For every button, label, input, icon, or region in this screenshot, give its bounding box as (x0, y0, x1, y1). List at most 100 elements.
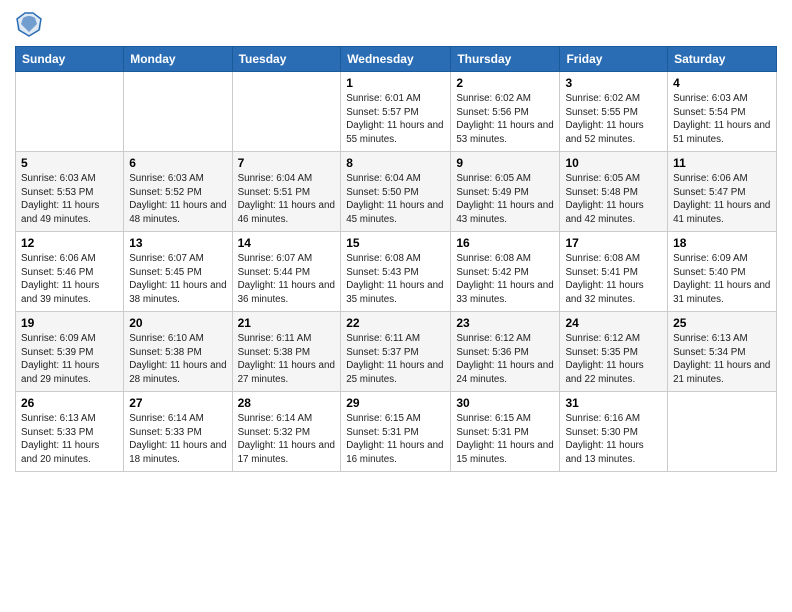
logo-icon (15, 10, 43, 38)
calendar-cell: 2Sunrise: 6:02 AMSunset: 5:56 PMDaylight… (451, 72, 560, 152)
day-info: Sunrise: 6:03 AMSunset: 5:53 PMDaylight:… (21, 172, 118, 227)
calendar-cell: 7 Sunrise: 6:04 AMSunset: 5:51 PMDaylight… (232, 152, 341, 232)
calendar-week-row: 12Sunrise: 6:06 AMSunset: 5:46 PMDayligh… (16, 232, 777, 312)
day-number: 1 (346, 76, 445, 90)
calendar-cell: 14 Sunrise: 6:07 AMSunset: 5:44 PMDayligh… (232, 232, 341, 312)
day-info: Sunrise: 6:13 AMSunset: 5:33 PMDaylight:… (21, 412, 118, 467)
day-number: 24 (565, 316, 662, 330)
day-number: 23 (456, 316, 554, 330)
calendar-week-row: 26 Sunrise: 6:13 AMSunset: 5:33 PMDayligh… (16, 392, 777, 472)
calendar-cell: 1 Sunrise: 6:01 AMSunset: 5:57 PMDaylight… (341, 72, 451, 152)
weekday-header: Wednesday (341, 47, 451, 72)
day-info: Sunrise: 6:15 AMSunset: 5:31 PMDaylight:… (456, 412, 554, 467)
calendar-cell: 6 Sunrise: 6:03 AMSunset: 5:52 PMDaylight… (124, 152, 232, 232)
calendar-cell: 9 Sunrise: 6:05 AMSunset: 5:49 PMDaylight… (451, 152, 560, 232)
day-info: Sunrise: 6:15 AMSunset: 5:31 PMDaylight:… (346, 412, 445, 467)
calendar-cell: 5Sunrise: 6:03 AMSunset: 5:53 PMDaylight… (16, 152, 124, 232)
day-number: 22 (346, 316, 445, 330)
calendar-cell: 12Sunrise: 6:06 AMSunset: 5:46 PMDayligh… (16, 232, 124, 312)
day-number: 19 (21, 316, 118, 330)
day-number: 9 (456, 156, 554, 170)
weekday-header: Tuesday (232, 47, 341, 72)
calendar-cell: 19 Sunrise: 6:09 AMSunset: 5:39 PMDayligh… (16, 312, 124, 392)
calendar-week-row: 19 Sunrise: 6:09 AMSunset: 5:39 PMDayligh… (16, 312, 777, 392)
calendar-cell: 26 Sunrise: 6:13 AMSunset: 5:33 PMDayligh… (16, 392, 124, 472)
day-number: 28 (238, 396, 336, 410)
day-number: 13 (129, 236, 226, 250)
day-number: 3 (565, 76, 662, 90)
calendar-cell: 24 Sunrise: 6:12 AMSunset: 5:35 PMDayligh… (560, 312, 668, 392)
day-info: Sunrise: 6:09 AMSunset: 5:40 PMDaylight:… (673, 252, 771, 307)
day-info: Sunrise: 6:16 AMSunset: 5:30 PMDaylight:… (565, 412, 662, 467)
calendar-cell: 29 Sunrise: 6:15 AMSunset: 5:31 PMDayligh… (341, 392, 451, 472)
day-info: Sunrise: 6:03 AMSunset: 5:54 PMDaylight:… (673, 92, 771, 147)
day-number: 29 (346, 396, 445, 410)
calendar-cell: 20Sunrise: 6:10 AMSunset: 5:38 PMDayligh… (124, 312, 232, 392)
day-info: Sunrise: 6:14 AMSunset: 5:32 PMDaylight:… (238, 412, 336, 467)
day-number: 12 (21, 236, 118, 250)
day-info: Sunrise: 6:02 AMSunset: 5:55 PMDaylight:… (565, 92, 662, 147)
calendar-cell: 18Sunrise: 6:09 AMSunset: 5:40 PMDayligh… (668, 232, 777, 312)
day-number: 25 (673, 316, 771, 330)
day-info: Sunrise: 6:12 AMSunset: 5:35 PMDaylight:… (565, 332, 662, 387)
calendar-cell: 11 Sunrise: 6:06 AMSunset: 5:47 PMDayligh… (668, 152, 777, 232)
day-info: Sunrise: 6:07 AMSunset: 5:45 PMDaylight:… (129, 252, 226, 307)
calendar-cell: 27Sunrise: 6:14 AMSunset: 5:33 PMDayligh… (124, 392, 232, 472)
day-number: 8 (346, 156, 445, 170)
day-info: Sunrise: 6:05 AMSunset: 5:48 PMDaylight:… (565, 172, 662, 227)
calendar-cell: 31 Sunrise: 6:16 AMSunset: 5:30 PMDayligh… (560, 392, 668, 472)
calendar-cell: 15Sunrise: 6:08 AMSunset: 5:43 PMDayligh… (341, 232, 451, 312)
day-info: Sunrise: 6:06 AMSunset: 5:47 PMDaylight:… (673, 172, 771, 227)
day-number: 11 (673, 156, 771, 170)
calendar-cell (232, 72, 341, 152)
day-info: Sunrise: 6:10 AMSunset: 5:38 PMDaylight:… (129, 332, 226, 387)
day-info: Sunrise: 6:14 AMSunset: 5:33 PMDaylight:… (129, 412, 226, 467)
logo (15, 10, 47, 38)
day-number: 14 (238, 236, 336, 250)
calendar-header: SundayMondayTuesdayWednesdayThursdayFrid… (16, 47, 777, 72)
day-number: 16 (456, 236, 554, 250)
day-info: Sunrise: 6:04 AMSunset: 5:50 PMDaylight:… (346, 172, 445, 227)
day-number: 30 (456, 396, 554, 410)
day-info: Sunrise: 6:11 AMSunset: 5:37 PMDaylight:… (346, 332, 445, 387)
weekday-row: SundayMondayTuesdayWednesdayThursdayFrid… (16, 47, 777, 72)
day-info: Sunrise: 6:08 AMSunset: 5:41 PMDaylight:… (565, 252, 662, 307)
calendar-cell: 17 Sunrise: 6:08 AMSunset: 5:41 PMDayligh… (560, 232, 668, 312)
calendar-week-row: 1 Sunrise: 6:01 AMSunset: 5:57 PMDaylight… (16, 72, 777, 152)
calendar-cell: 4 Sunrise: 6:03 AMSunset: 5:54 PMDaylight… (668, 72, 777, 152)
day-number: 6 (129, 156, 226, 170)
weekday-header: Sunday (16, 47, 124, 72)
header (15, 10, 777, 38)
day-number: 17 (565, 236, 662, 250)
weekday-header: Saturday (668, 47, 777, 72)
day-info: Sunrise: 6:07 AMSunset: 5:44 PMDaylight:… (238, 252, 336, 307)
calendar-cell: 25Sunrise: 6:13 AMSunset: 5:34 PMDayligh… (668, 312, 777, 392)
day-info: Sunrise: 6:08 AMSunset: 5:42 PMDaylight:… (456, 252, 554, 307)
weekday-header: Monday (124, 47, 232, 72)
day-info: Sunrise: 6:01 AMSunset: 5:57 PMDaylight:… (346, 92, 445, 147)
calendar-cell (124, 72, 232, 152)
calendar-cell: 13 Sunrise: 6:07 AMSunset: 5:45 PMDayligh… (124, 232, 232, 312)
day-info: Sunrise: 6:08 AMSunset: 5:43 PMDaylight:… (346, 252, 445, 307)
calendar-body: 1 Sunrise: 6:01 AMSunset: 5:57 PMDaylight… (16, 72, 777, 472)
day-number: 31 (565, 396, 662, 410)
day-info: Sunrise: 6:04 AMSunset: 5:51 PMDaylight:… (238, 172, 336, 227)
calendar-week-row: 5Sunrise: 6:03 AMSunset: 5:53 PMDaylight… (16, 152, 777, 232)
day-info: Sunrise: 6:05 AMSunset: 5:49 PMDaylight:… (456, 172, 554, 227)
calendar-cell: 22 Sunrise: 6:11 AMSunset: 5:37 PMDayligh… (341, 312, 451, 392)
calendar-cell (16, 72, 124, 152)
day-number: 2 (456, 76, 554, 90)
calendar-cell: 10 Sunrise: 6:05 AMSunset: 5:48 PMDayligh… (560, 152, 668, 232)
weekday-header: Thursday (451, 47, 560, 72)
calendar-cell: 23Sunrise: 6:12 AMSunset: 5:36 PMDayligh… (451, 312, 560, 392)
calendar: SundayMondayTuesdayWednesdayThursdayFrid… (15, 46, 777, 472)
day-number: 7 (238, 156, 336, 170)
day-info: Sunrise: 6:03 AMSunset: 5:52 PMDaylight:… (129, 172, 226, 227)
weekday-header: Friday (560, 47, 668, 72)
day-number: 26 (21, 396, 118, 410)
day-info: Sunrise: 6:09 AMSunset: 5:39 PMDaylight:… (21, 332, 118, 387)
day-number: 4 (673, 76, 771, 90)
calendar-cell (668, 392, 777, 472)
day-number: 21 (238, 316, 336, 330)
day-number: 10 (565, 156, 662, 170)
